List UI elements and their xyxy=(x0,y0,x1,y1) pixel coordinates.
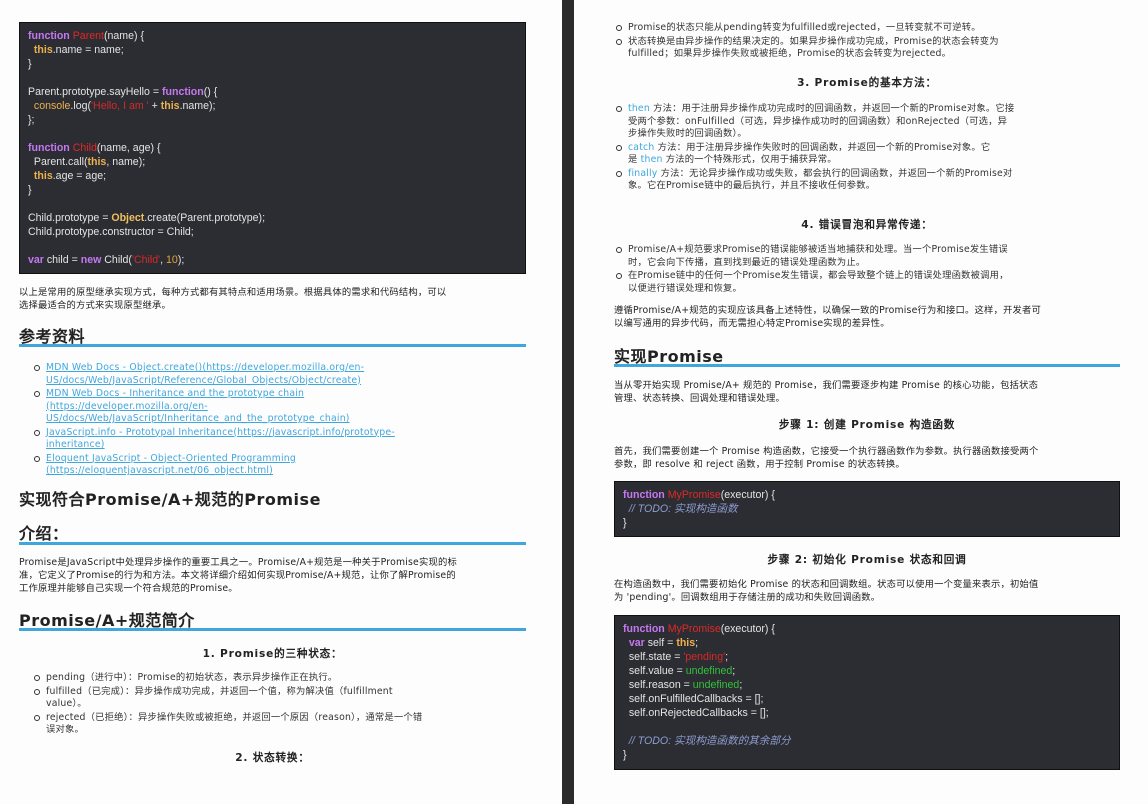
code-line: var self = this; xyxy=(628,637,699,649)
method-name-catch: catch xyxy=(628,141,655,153)
step1-line-2: 参数，即 resolve 和 reject 函数，用于控制 Promise 的状… xyxy=(614,459,905,470)
reference-link-text[interactable]: US/docs/Web/JavaScript/Reference/Global_… xyxy=(46,375,361,386)
code-line: }; xyxy=(28,114,35,126)
reference-link-javascript-info[interactable]: JavaScript.info - Prototypal Inheritance… xyxy=(32,427,522,452)
intro-line-3: 工作原理并能够自己实现一个符合规范的Promise。 xyxy=(19,583,238,594)
code-line: Child.prototype.constructor = Child; xyxy=(28,226,194,238)
conclusion-line-1: 遵循Promise/A+规范的实现应该具备上述特性，以确保一致的Promise行… xyxy=(614,305,1041,316)
reference-link-text[interactable]: (https://developer.mozilla.org/en- xyxy=(46,401,208,412)
code-line: } xyxy=(623,517,627,529)
code-line: } xyxy=(28,184,32,196)
list-item: 状态转换是由异步操作的结果决定的。如果异步操作成功完成，Promise的状态会转… xyxy=(614,36,1114,61)
code-line: function MyPromise(executor) { xyxy=(623,489,775,501)
document-page-right: Promise的状态只能从pending转变为fulfilled或rejecte… xyxy=(574,0,1148,804)
summary-line-1: 以上是常用的原型继承实现方式，每种方式都有其特点和适用场景。根据具体的需求和代码… xyxy=(19,287,447,298)
reference-link-text[interactable]: Eloquent JavaScript - Object-Oriented Pr… xyxy=(46,453,296,464)
reference-link-text[interactable]: JavaScript.info - Prototypal Inheritance… xyxy=(46,427,395,438)
method-name-finally: finally xyxy=(628,167,658,179)
code-line: Parent.prototype.sayHello = function() { xyxy=(28,86,218,98)
reference-link-mdn-object-create[interactable]: MDN Web Docs - Object.create()(https://d… xyxy=(32,362,522,387)
states-list: pending（进行中）：Promise的初始状态，表示异步操作正在执行。 fu… xyxy=(32,672,522,738)
reference-link-eloquent-js[interactable]: Eloquent JavaScript - Object-Oriented Pr… xyxy=(32,453,522,478)
impl-line-2: 管理、状态转换、回调处理和错误处理。 xyxy=(614,393,785,404)
code-line: this.name = name; xyxy=(33,44,124,56)
reference-link-text[interactable]: US/docs/Web/JavaScript/Inheritance_and_t… xyxy=(46,413,350,424)
errors-list: Promise/A+规范要求Promise的错误能够被适当地捕获和处理。当一个P… xyxy=(614,244,1120,296)
intro-heading: 介绍： xyxy=(19,524,69,543)
code-block-step1: function MyPromise(executor) { // TODO: … xyxy=(614,481,1120,537)
step2-line-1: 在构造函数中，我们需要初始化 Promise 的状态和回调数组。状态可以使用一个… xyxy=(614,579,1039,590)
code-line: self.onFulfilledCallbacks = []; xyxy=(623,693,764,705)
step2-heading: 步骤 2: 初始化 Promise 状态和回调 xyxy=(767,554,967,566)
intro-line-2: 准，它定义了Promise的行为和方法。本文将详细介绍如何实现Promise/A… xyxy=(19,570,456,581)
code-line: self.state = 'pending'; xyxy=(623,651,729,663)
impl-rule xyxy=(614,364,1120,367)
code-line: console.log('Hello, I am ' + this.name); xyxy=(33,100,216,112)
reference-link-text[interactable]: MDN Web Docs - Inheritance and the proto… xyxy=(46,388,304,399)
list-item: 在Promise链中的任何一个Promise发生错误，都会导致整个链上的错误处理… xyxy=(614,270,1120,295)
code-line: Child.prototype = Object.create(Parent.p… xyxy=(28,212,266,224)
list-item: finally 方法：无论异步操作成功或失败，都会执行的回调函数，并返回一个新的… xyxy=(614,168,1120,193)
code-line: // TODO: 实现构造函数 xyxy=(628,503,738,515)
reference-link-text[interactable]: (https://eloquentjavascript.net/06_objec… xyxy=(46,465,273,476)
reference-link-text[interactable]: inheritance) xyxy=(46,439,105,450)
list-item: Promise/A+规范要求Promise的错误能够被适当地捕获和处理。当一个P… xyxy=(614,244,1120,269)
errors-heading: 4. 错误冒泡和异常传递： xyxy=(801,219,933,231)
references-list: MDN Web Docs - Object.create()(https://d… xyxy=(32,362,522,479)
code-line: self.value = undefined; xyxy=(623,665,736,677)
method-name-then-inline: then xyxy=(640,154,663,165)
document-page-left: function Parent(name) { this.name = name… xyxy=(0,0,562,804)
conclusion-line-2: 以编写通用的异步代码，而无需担心特定Promise实现的差异性。 xyxy=(614,318,890,329)
reference-link-text[interactable]: MDN Web Docs - Object.create()(https://d… xyxy=(46,362,364,373)
references-rule xyxy=(19,344,526,347)
reference-link-mdn-inheritance[interactable]: MDN Web Docs - Inheritance and the proto… xyxy=(32,388,522,426)
states-heading: 1. Promise的三种状态： xyxy=(202,648,343,660)
list-item: pending（进行中）：Promise的初始状态，表示异步操作正在执行。 xyxy=(32,672,522,685)
code-line: function Child(name, age) { xyxy=(28,142,161,154)
code-line: this.age = age; xyxy=(33,170,107,182)
list-item: then 方法：用于注册异步操作成功完成时的回调函数，并返回一个新的Promis… xyxy=(614,103,1120,141)
method-name-then: then xyxy=(628,103,650,114)
code-line: self.reason = undefined; xyxy=(623,679,743,691)
methods-list: then 方法：用于注册异步操作成功完成时的回调函数，并返回一个新的Promis… xyxy=(614,103,1120,194)
transition-heading: 2. 状态转换： xyxy=(235,752,310,764)
code-line: function MyPromise(executor) { xyxy=(623,623,775,635)
list-item: fulfilled（已完成）：异步操作成功完成，并返回一个值，称为解决值（ful… xyxy=(32,686,522,711)
spec-rule xyxy=(19,628,526,631)
code-block-step2: function MyPromise(executor) { var self … xyxy=(614,615,1120,770)
code-line: function Parent(name) { xyxy=(28,30,144,42)
list-item: Promise的状态只能从pending转变为fulfilled或rejecte… xyxy=(614,22,1114,35)
list-item: rejected（已拒绝）：异步操作失败或被拒绝，并返回一个原因（reason）… xyxy=(32,712,522,737)
list-item: catch 方法：用于注册异步操作失败时的回调函数，并返回一个新的Promise… xyxy=(614,142,1120,167)
impl-line-1: 当从零开始实现 Promise/A+ 规范的 Promise，我们需要逐步构建 … xyxy=(614,380,1039,391)
step1-heading: 步骤 1: 创建 Promise 构造函数 xyxy=(778,419,956,431)
code-line: // TODO: 实现构造函数的其余部分 xyxy=(628,735,791,747)
code-line: } xyxy=(28,58,32,70)
methods-heading: 3. Promise的基本方法： xyxy=(797,77,937,89)
code-line: Parent.call(this, name); xyxy=(28,156,146,168)
transition-list: Promise的状态只能从pending转变为fulfilled或rejecte… xyxy=(614,22,1114,62)
code-line: self.onRejectedCallbacks = []; xyxy=(623,707,769,719)
promise-article-title: 实现符合Promise/A+规范的Promise xyxy=(19,490,321,509)
intro-rule xyxy=(19,542,526,545)
code-line: var child = new Child('Child', 10); xyxy=(28,254,185,266)
step2-line-2: 为 'pending'。回调数组用于存储注册的成功和失败回调函数。 xyxy=(614,592,881,603)
page-divider xyxy=(562,0,574,804)
summary-line-2: 选择最适合的方式来实现原型继承。 xyxy=(19,300,171,311)
code-block-inheritance: function Parent(name) { this.name = name… xyxy=(19,22,526,274)
intro-line-1: Promise是JavaScript中处理异步操作的重要工具之一。Promise… xyxy=(19,557,457,568)
step1-line-1: 首先，我们需要创建一个 Promise 构造函数，它接受一个执行器函数作为参数。… xyxy=(614,446,1039,457)
code-line: } xyxy=(623,749,627,761)
